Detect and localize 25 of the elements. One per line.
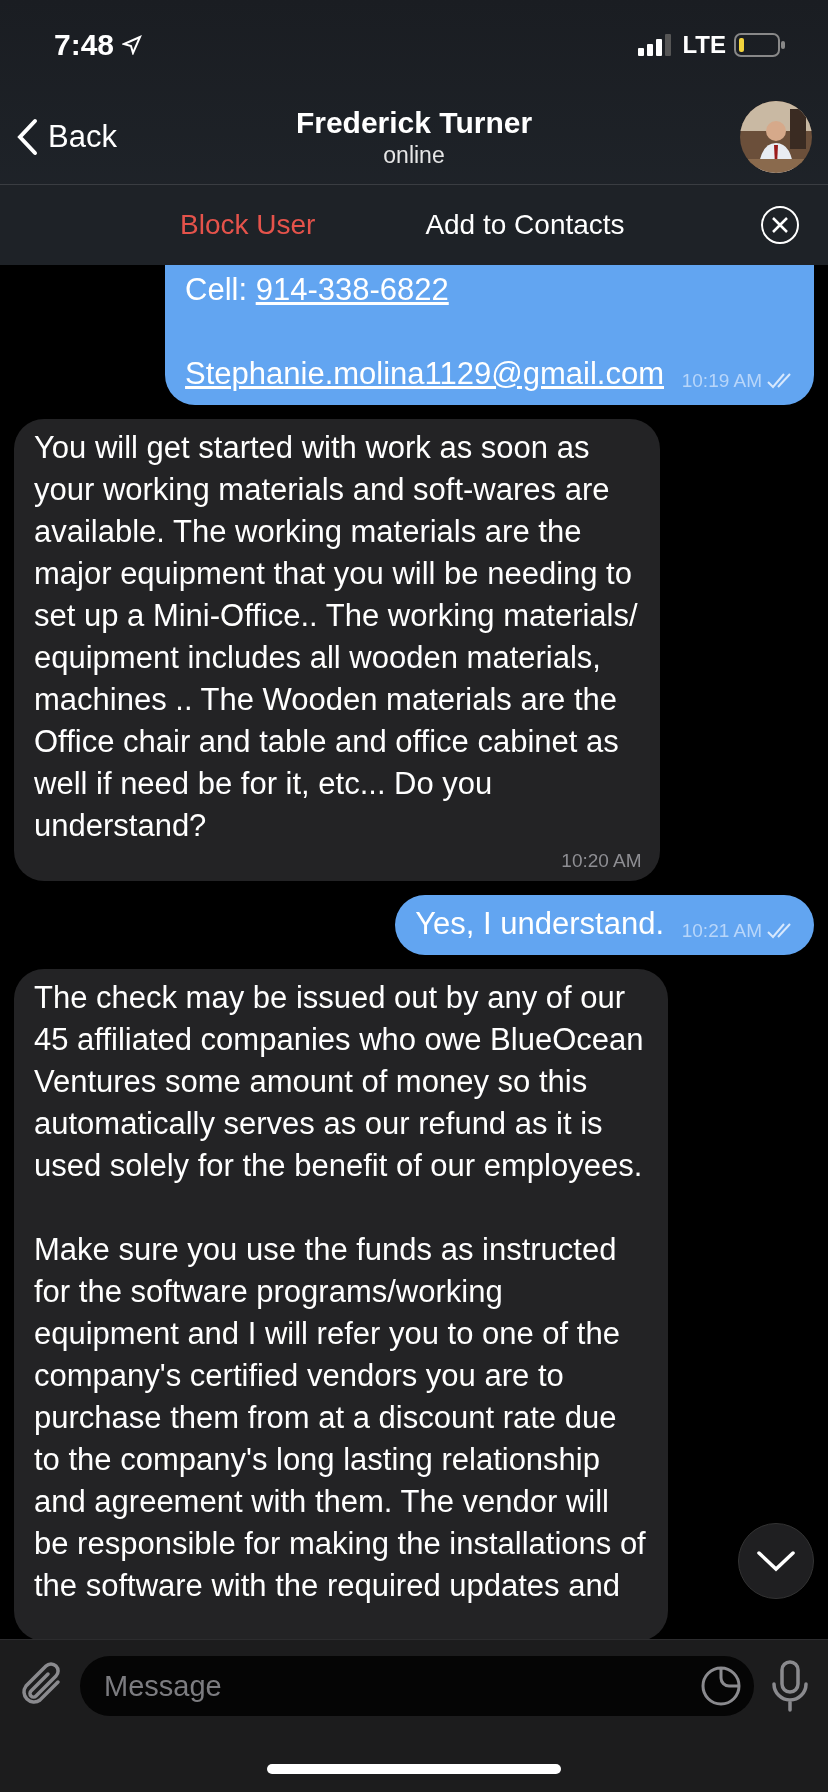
contact-status: online bbox=[383, 141, 445, 169]
message-text: Make sure you use the funds as instructed for the software programs/working equipment and I will refer you to one of the company's certified vendors you are to purchase them from at a discount rate due to the company's long lasting relationship and agreement with them. The vendor will be responsible for making the installations of the software with the required updates and bbox=[34, 1231, 646, 1605]
message-time: 10:20 AM bbox=[561, 849, 642, 873]
network-label: LTE bbox=[682, 31, 726, 59]
message-time: 10:19 AM bbox=[681, 369, 762, 393]
message-field[interactable]: Message bbox=[80, 1656, 754, 1716]
message-text: You will get started with work as soon as your working materials and soft-wares are available. The working materials are the major equipment that you will be needing to set up a Mini-Office.. The working materials/ equipment includes all wooden materials, machines .. The Wooden materials are the Office chair and table and office cabinet as well if need be for it, etc... Do you understand? bbox=[34, 429, 638, 845]
add-to-contacts-button[interactable]: Add to Contacts bbox=[425, 209, 625, 241]
battery-icon bbox=[734, 33, 786, 57]
message-time: 10:21 AM bbox=[681, 919, 762, 943]
phone-line: Cell: 914-338-6822 bbox=[185, 271, 450, 309]
block-user-button[interactable]: Block User bbox=[180, 209, 316, 241]
sticker-icon[interactable] bbox=[700, 1665, 742, 1707]
email-link[interactable]: Stephanie.molina1129@gmail.com bbox=[185, 356, 664, 391]
message-text: The check may be issued out by any of our 45 affiliated companies who owe BlueOcean Ventures some amount of money so this automatically serves as our refund as it is used solely for the benefit of our employees. bbox=[34, 979, 645, 1185]
clock: 7:48 bbox=[54, 28, 115, 62]
back-button[interactable]: Back bbox=[16, 118, 186, 156]
close-icon[interactable] bbox=[760, 205, 800, 245]
message-text: Yes, I understand. bbox=[415, 905, 664, 943]
phone-link[interactable]: 914-338-6822 bbox=[255, 272, 449, 307]
microphone-icon[interactable] bbox=[770, 1660, 810, 1712]
contact-name: Frederick Turner bbox=[295, 105, 533, 140]
chevron-down-icon bbox=[756, 1549, 796, 1573]
chevron-left-icon bbox=[16, 118, 38, 156]
location-arrow-icon bbox=[122, 35, 143, 55]
